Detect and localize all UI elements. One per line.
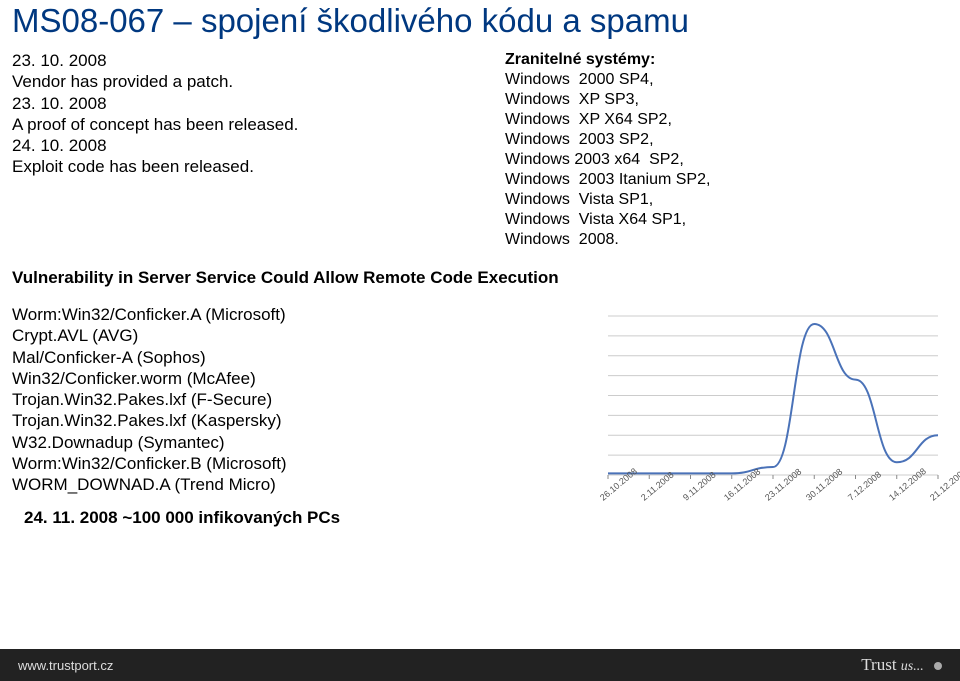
systems-heading: Zranitelné systémy:	[505, 50, 948, 70]
slide: MS08-067 – spojení škodlivého kódu a spa…	[0, 0, 960, 681]
timeline-text: Exploit code has been released.	[12, 157, 254, 176]
worm-names-col: Worm:Win32/Conficker.A (Microsoft) Crypt…	[12, 304, 578, 529]
timeline-item: 23. 10. 2008 Vendor has provided a patch…	[12, 50, 455, 93]
bottom-row: Worm:Win32/Conficker.A (Microsoft) Crypt…	[0, 304, 960, 529]
systems-item: Windows Vista SP1,	[505, 190, 948, 210]
systems-item: Windows 2000 SP4,	[505, 70, 948, 90]
worm-name: W32.Downadup (Symantec)	[12, 432, 578, 453]
systems-item: Windows XP SP3,	[505, 90, 948, 110]
footer-dot-icon	[934, 662, 942, 670]
footer-brand: Trust us...	[861, 655, 942, 675]
footer: www.trustport.cz Trust us...	[0, 649, 960, 681]
timeline-date: 23. 10. 2008	[12, 94, 107, 113]
top-row: 23. 10. 2008 Vendor has provided a patch…	[0, 50, 960, 250]
worm-name: Trojan.Win32.Pakes.lxf (F-Secure)	[12, 389, 578, 410]
timeline-item: 24. 10. 2008 Exploit code has been relea…	[12, 135, 455, 178]
timeline-text: Vendor has provided a patch.	[12, 72, 233, 91]
footer-brand-suffix: us...	[901, 659, 924, 674]
timeline-date: 24. 10. 2008	[12, 136, 107, 155]
line-chart: 26.10.20082.11.20089.11.200816.11.200823…	[588, 310, 948, 510]
worm-name: Worm:Win32/Conficker.B (Microsoft)	[12, 453, 578, 474]
footer-url: www.trustport.cz	[18, 658, 113, 673]
worm-name: Trojan.Win32.Pakes.lxf (Kaspersky)	[12, 410, 578, 431]
timeline-date: 23. 10. 2008	[12, 51, 107, 70]
worm-name: Worm:Win32/Conficker.A (Microsoft)	[12, 304, 578, 325]
systems-item: Windows 2003 SP2,	[505, 130, 948, 150]
vulnerability-line: Vulnerability in Server Service Could Al…	[0, 250, 960, 304]
worm-name: Win32/Conficker.worm (McAfee)	[12, 368, 578, 389]
worm-name: Mal/Conficker-A (Sophos)	[12, 347, 578, 368]
timeline-col: 23. 10. 2008 Vendor has provided a patch…	[12, 50, 475, 250]
systems-item: Windows Vista X64 SP1,	[505, 210, 948, 230]
timeline-item: 23. 10. 2008 A proof of concept has been…	[12, 93, 455, 136]
chart-area: 26.10.20082.11.20089.11.200816.11.200823…	[578, 304, 948, 510]
systems-item: Windows XP X64 SP2,	[505, 110, 948, 130]
timeline-text: A proof of concept has been released.	[12, 115, 298, 134]
systems-col: Zranitelné systémy: Windows 2000 SP4, Wi…	[475, 50, 948, 250]
page-title: MS08-067 – spojení škodlivého kódu a spa…	[0, 0, 960, 50]
systems-item: Windows 2008.	[505, 230, 948, 250]
footer-brand-main: Trust	[861, 655, 896, 674]
worm-name: Crypt.AVL (AVG)	[12, 325, 578, 346]
systems-item: Windows 2003 x64 SP2,	[505, 150, 948, 170]
infected-count: 24. 11. 2008 ~100 000 infikovaných PCs	[12, 495, 578, 528]
systems-item: Windows 2003 Itanium SP2,	[505, 170, 948, 190]
worm-name: WORM_DOWNAD.A (Trend Micro)	[12, 474, 578, 495]
